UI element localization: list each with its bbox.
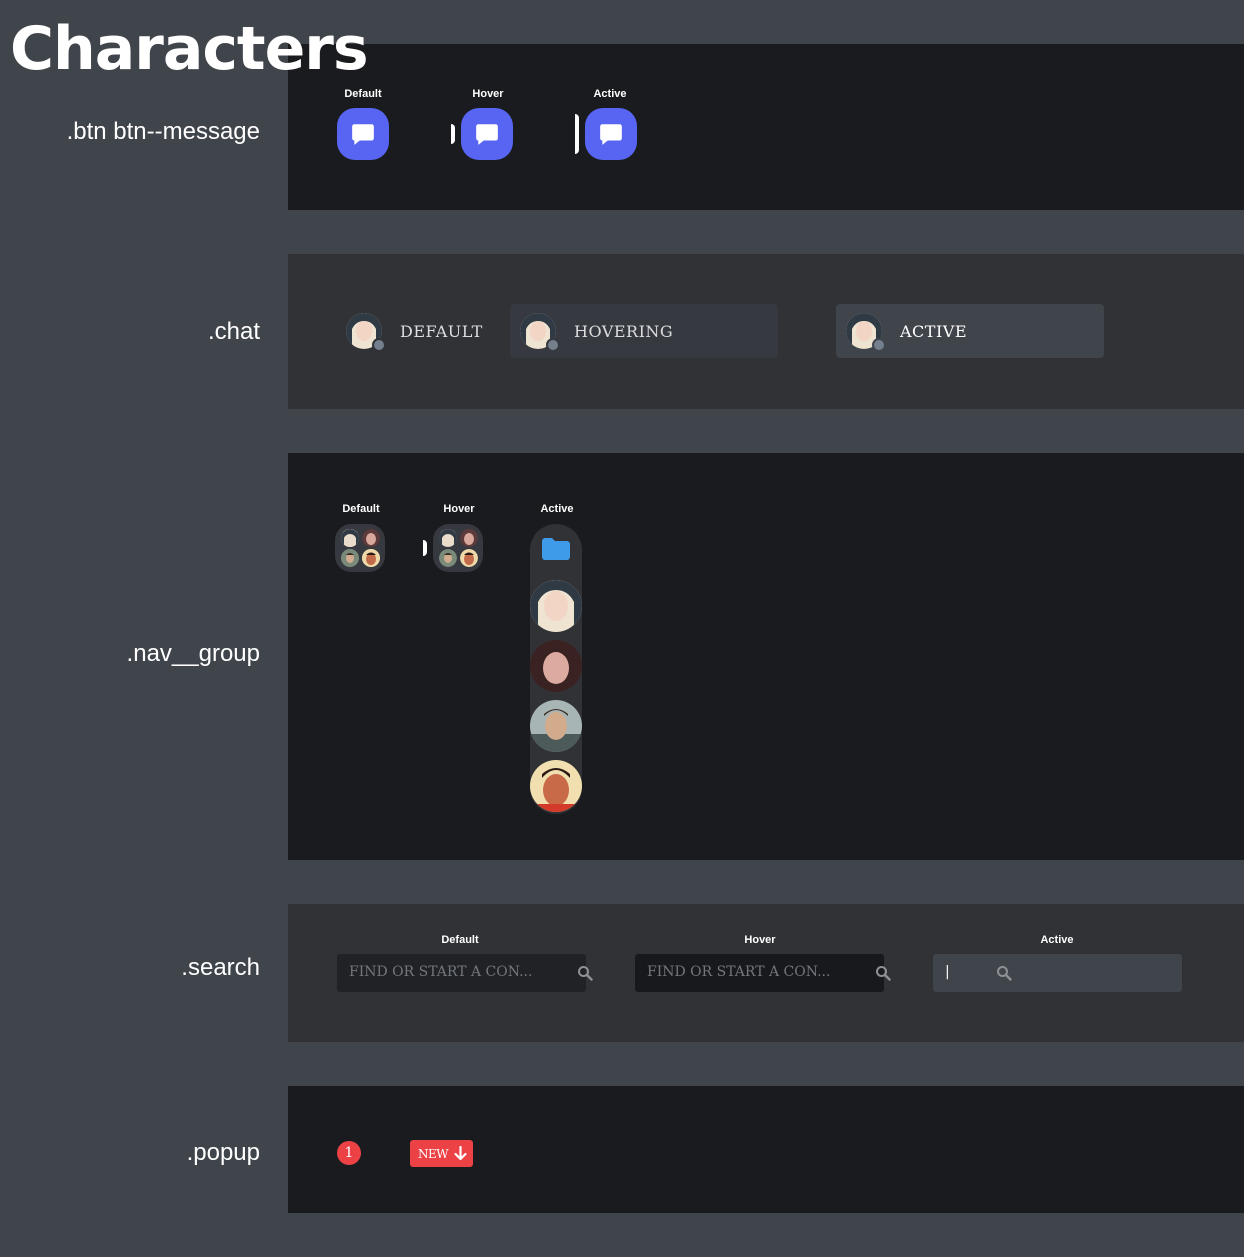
- chat-panel: DEFAULT HOVERING ACTIVE: [288, 254, 1244, 409]
- search-placeholder: FIND OR START A CON...: [349, 964, 533, 980]
- search-placeholder: FIND OR START A CON...: [647, 964, 831, 980]
- state-label-active: Active: [1040, 934, 1074, 946]
- hover-indicator-pill: [451, 124, 455, 144]
- status-indicator: [546, 338, 560, 352]
- popup-panel: 1 NEW: [288, 1086, 1244, 1213]
- avatar: [362, 549, 380, 567]
- search-icon: [578, 966, 593, 981]
- search-input-default[interactable]: FIND OR START A CON...: [337, 954, 593, 992]
- chat-bubble-icon: [476, 124, 498, 145]
- new-messages-pill[interactable]: NEW: [410, 1140, 474, 1167]
- avatar: [460, 529, 478, 547]
- message-button-hover[interactable]: [461, 108, 513, 160]
- avatar: [341, 549, 359, 567]
- status-indicator: [872, 338, 886, 352]
- row-label-popup: .popup: [186, 1139, 260, 1166]
- folder-icon: [542, 538, 570, 560]
- chat-label: HOVERING: [574, 322, 674, 341]
- avatar: [439, 529, 457, 547]
- avatar: [362, 529, 380, 547]
- hover-indicator-pill: [423, 540, 427, 556]
- message-button-active[interactable]: [585, 108, 637, 160]
- chat-item-default[interactable]: DEFAULT: [336, 304, 496, 358]
- row-label-btn-message: .btn btn--message: [66, 118, 260, 145]
- avatar[interactable]: [530, 700, 582, 752]
- nav-group-hover[interactable]: [433, 524, 483, 572]
- avatar: [341, 529, 359, 547]
- search-icon: [876, 966, 891, 981]
- state-label-hover: Hover: [472, 88, 504, 100]
- chat-item-hover[interactable]: HOVERING: [510, 304, 778, 358]
- avatar[interactable]: [530, 760, 582, 812]
- btn-message-panel: Default Hover Active: [288, 44, 1244, 210]
- page-title: Characters: [10, 14, 369, 84]
- message-button-default[interactable]: [337, 108, 389, 160]
- search-caret: |: [945, 964, 950, 980]
- chat-label: ACTIVE: [900, 322, 968, 341]
- state-label-default: Default: [342, 503, 380, 515]
- nav-group-default[interactable]: [335, 524, 385, 572]
- state-label-default: Default: [441, 934, 479, 946]
- search-input-active[interactable]: |: [933, 954, 1182, 992]
- notification-badge: 1: [337, 1141, 361, 1165]
- chat-bubble-icon: [352, 124, 374, 145]
- row-label-chat: .chat: [207, 318, 260, 345]
- avatar[interactable]: [530, 580, 582, 632]
- chat-item-active[interactable]: ACTIVE: [836, 304, 1104, 358]
- chat-label: DEFAULT: [400, 322, 483, 341]
- status-indicator: [372, 338, 386, 352]
- avatar[interactable]: [530, 640, 582, 692]
- search-panel: Default Hover Active FIND OR START A CON…: [288, 904, 1244, 1042]
- state-label-active: Active: [540, 503, 574, 515]
- avatar: [439, 549, 457, 567]
- active-indicator-pill: [575, 114, 579, 154]
- arrow-down-icon: [454, 1146, 467, 1161]
- state-label-active: Active: [593, 88, 627, 100]
- state-label-hover: Hover: [744, 934, 776, 946]
- new-label: NEW: [418, 1146, 449, 1161]
- avatar: [460, 549, 478, 567]
- chat-bubble-icon: [600, 124, 622, 145]
- nav-group-active[interactable]: [530, 524, 582, 814]
- nav-group-panel: Default Hover Active: [288, 453, 1244, 860]
- row-label-nav-group: .nav__group: [126, 640, 260, 667]
- state-label-hover: Hover: [443, 503, 475, 515]
- row-label-search: .search: [181, 954, 260, 981]
- search-input-hover[interactable]: FIND OR START A CON...: [635, 954, 891, 992]
- search-icon: [997, 966, 1012, 981]
